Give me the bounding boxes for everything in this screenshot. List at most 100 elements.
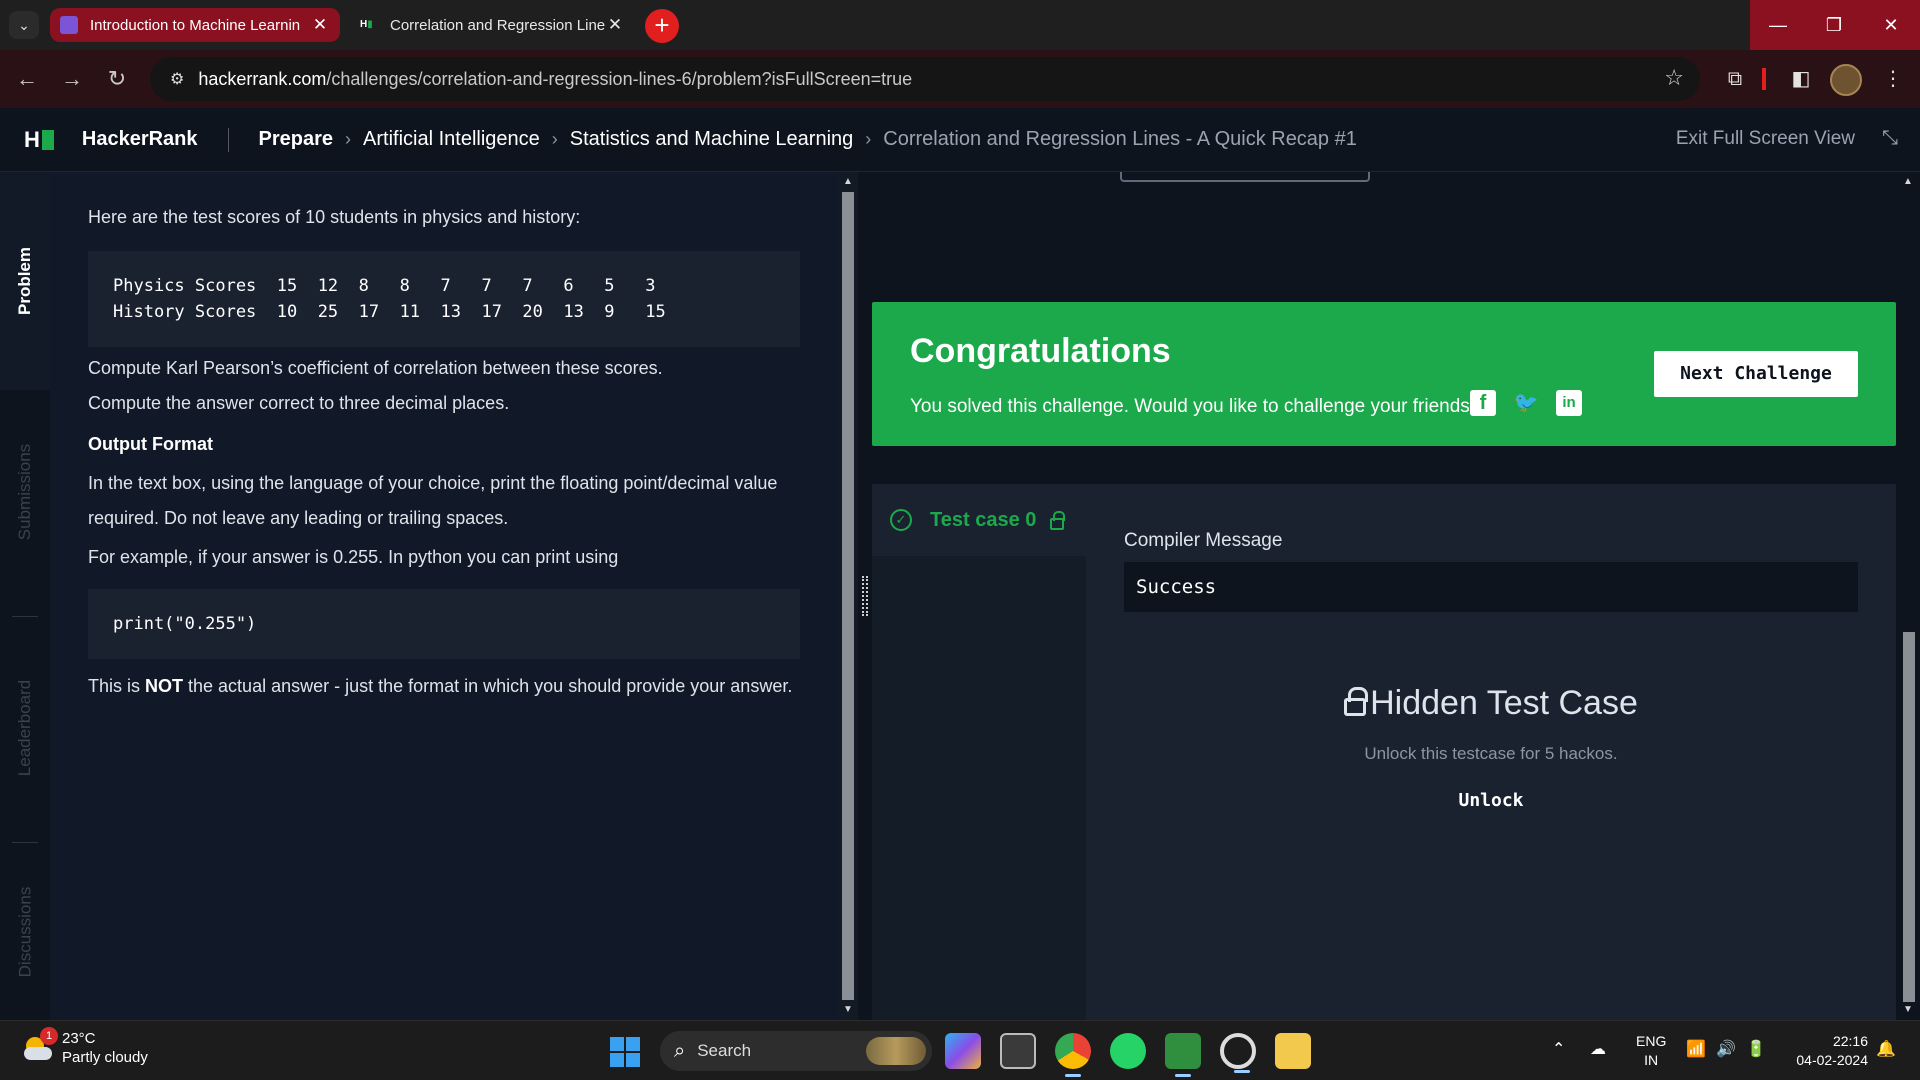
- chrome-icon[interactable]: [1055, 1033, 1091, 1077]
- editor-resize-edge[interactable]: [1120, 172, 1370, 182]
- restore-icon[interactable]: ❐: [1806, 0, 1862, 50]
- file-explorer-icon[interactable]: [1275, 1033, 1311, 1069]
- reload-icon[interactable]: ↻: [102, 64, 132, 94]
- scroll-up-icon[interactable]: ▲: [838, 174, 858, 190]
- lang-code: ENG: [1636, 1033, 1667, 1049]
- tab-problem[interactable]: Problem: [0, 172, 50, 390]
- close-tab-icon[interactable]: ✕: [605, 15, 625, 35]
- tab-label: Leaderboard: [15, 679, 35, 777]
- address-bar[interactable]: ⚙ hackerrank.com/challenges/correlation-…: [150, 57, 1700, 101]
- clock-date: 04-02-2024: [1796, 1052, 1868, 1068]
- unlock-button[interactable]: Unlock: [1124, 790, 1858, 811]
- lock-icon: [1344, 687, 1369, 716]
- logo-block: [41, 129, 54, 150]
- wifi-icon[interactable]: 📶: [1686, 1039, 1706, 1059]
- scroll-down-icon[interactable]: ▼: [1898, 1002, 1918, 1018]
- windows-start-icon[interactable]: [610, 1037, 640, 1067]
- volume-icon[interactable]: 🔊: [1716, 1039, 1736, 1059]
- problem-scrollbar[interactable]: ▲ ▼: [838, 172, 858, 1020]
- compiler-message-output: Success: [1124, 562, 1858, 612]
- vertical-tabs: Problem Submissions Leaderboard Discussi…: [0, 172, 50, 1020]
- side-panel-icon[interactable]: ◧: [1786, 64, 1816, 94]
- github-icon[interactable]: [1220, 1033, 1256, 1073]
- problem-intro: Here are the test scores of 10 students …: [88, 207, 581, 227]
- chevron-right-icon: ›: [551, 129, 558, 149]
- test-case-list: ✓ Test case 0: [872, 484, 1086, 1020]
- pane-splitter[interactable]: [858, 172, 872, 1020]
- breadcrumb-stats-ml[interactable]: Statistics and Machine Learning: [570, 128, 854, 151]
- browser-tab[interactable]: H▮ Correlation and Regression Line ✕: [350, 8, 635, 42]
- classroom-icon[interactable]: [1165, 1033, 1201, 1077]
- tab-submissions[interactable]: Submissions: [0, 390, 50, 594]
- breadcrumb-prepare[interactable]: Prepare: [259, 128, 334, 151]
- tab-label: Submissions: [15, 443, 34, 541]
- new-tab-button[interactable]: +: [645, 9, 679, 43]
- copilot-icon[interactable]: [945, 1033, 981, 1069]
- test-case-item[interactable]: ✓ Test case 0: [872, 484, 1086, 556]
- exit-full-screen-link[interactable]: Exit Full Screen View: [1676, 128, 1855, 150]
- site-info-icon[interactable]: ⚙: [170, 69, 184, 89]
- breadcrumb-ai[interactable]: Artificial Intelligence: [363, 128, 540, 151]
- windows-taskbar: 1 23°C Partly cloudy ⌕ Search ⌃ ☁ ENG IN …: [0, 1020, 1920, 1080]
- tab-search-button[interactable]: ⌄: [9, 11, 39, 39]
- linkedin-icon[interactable]: in: [1556, 390, 1582, 416]
- task-line-2: Compute the answer correct to three deci…: [88, 393, 510, 413]
- results-pane: Congratulations You solved this challeng…: [872, 172, 1898, 1020]
- close-tab-icon[interactable]: ✕: [310, 15, 330, 35]
- next-challenge-button[interactable]: Next Challenge: [1654, 351, 1858, 397]
- facebook-icon[interactable]: f: [1470, 390, 1496, 416]
- search-icon: ⌕: [674, 1039, 686, 1062]
- lock-icon: [1050, 511, 1066, 530]
- bookmark-star-icon[interactable]: ☆: [1664, 65, 1684, 91]
- notification-bell-icon[interactable]: 🔔: [1876, 1039, 1896, 1059]
- tab-divider: [12, 842, 38, 843]
- taskbar-search[interactable]: ⌕ Search: [660, 1031, 932, 1071]
- breadcrumb-current: Correlation and Regression Lines - A Qui…: [883, 128, 1357, 150]
- scroll-thumb[interactable]: [1903, 632, 1915, 1002]
- chevron-up-icon[interactable]: ⌃: [1552, 1039, 1565, 1059]
- scroll-thumb[interactable]: [842, 192, 854, 1000]
- problem-statement: Here are the test scores of 10 students …: [50, 172, 838, 1020]
- tab-favicon-icon: [60, 16, 78, 34]
- collapse-icon[interactable]: ⤡: [1882, 127, 1898, 150]
- twitter-icon[interactable]: 🐦: [1513, 390, 1539, 416]
- physics-row: Physics Scores 15 12 8 8 7 7 7 6 5 3: [113, 276, 656, 296]
- compiler-message-label: Compiler Message: [1124, 530, 1283, 551]
- logo-letter: H: [24, 126, 40, 152]
- menu-icon[interactable]: ⋮: [1878, 64, 1908, 94]
- scroll-up-icon[interactable]: ▲: [1898, 174, 1918, 190]
- tab-title: Introduction to Machine Learnin: [90, 16, 301, 34]
- system-clock[interactable]: 22:16 04-02-2024: [1782, 1032, 1868, 1070]
- clock-time: 22:16: [1832, 1033, 1868, 1049]
- back-icon[interactable]: ←: [12, 64, 42, 94]
- drag-handle-icon[interactable]: [862, 576, 868, 616]
- browser-tab-active[interactable]: Introduction to Machine Learnin ✕: [50, 8, 340, 42]
- tab-leaderboard[interactable]: Leaderboard: [0, 618, 50, 838]
- chevron-right-icon: ›: [865, 129, 872, 149]
- onedrive-icon[interactable]: ☁: [1590, 1039, 1606, 1059]
- whatsapp-icon[interactable]: [1110, 1033, 1146, 1069]
- language-indicator[interactable]: ENG IN: [1636, 1032, 1666, 1070]
- tab-divider: [12, 616, 38, 617]
- profile-avatar[interactable]: [1830, 64, 1862, 96]
- lang-region: IN: [1644, 1052, 1659, 1068]
- chevron-right-icon: ›: [345, 129, 352, 149]
- congrats-title: Congratulations: [910, 332, 1171, 370]
- brand-name[interactable]: HackerRank: [82, 128, 198, 151]
- extensions-icon[interactable]: ⧉: [1720, 64, 1750, 94]
- forward-icon[interactable]: →: [57, 64, 87, 94]
- results-scrollbar[interactable]: ▲ ▼: [1898, 172, 1920, 1020]
- tab-discussions[interactable]: Discussions: [0, 844, 50, 1020]
- weather-widget[interactable]: 1 23°C Partly cloudy: [22, 1027, 148, 1067]
- hackerrank-logo[interactable]: H: [24, 127, 54, 153]
- hidden-title-text: Hidden Test Case: [1370, 684, 1638, 722]
- battery-icon[interactable]: 🔋: [1746, 1039, 1766, 1059]
- task-view-icon[interactable]: [1000, 1033, 1036, 1069]
- header-divider: [227, 127, 229, 152]
- minimize-icon[interactable]: —: [1750, 0, 1806, 50]
- note-text: This is NOT the actual answer - just the…: [88, 669, 800, 704]
- scroll-down-icon[interactable]: ▼: [838, 1002, 858, 1018]
- note-bold: NOT: [145, 676, 184, 696]
- close-window-icon[interactable]: ✕: [1862, 0, 1920, 50]
- output-format-text: In the text box, using the language of y…: [88, 473, 778, 528]
